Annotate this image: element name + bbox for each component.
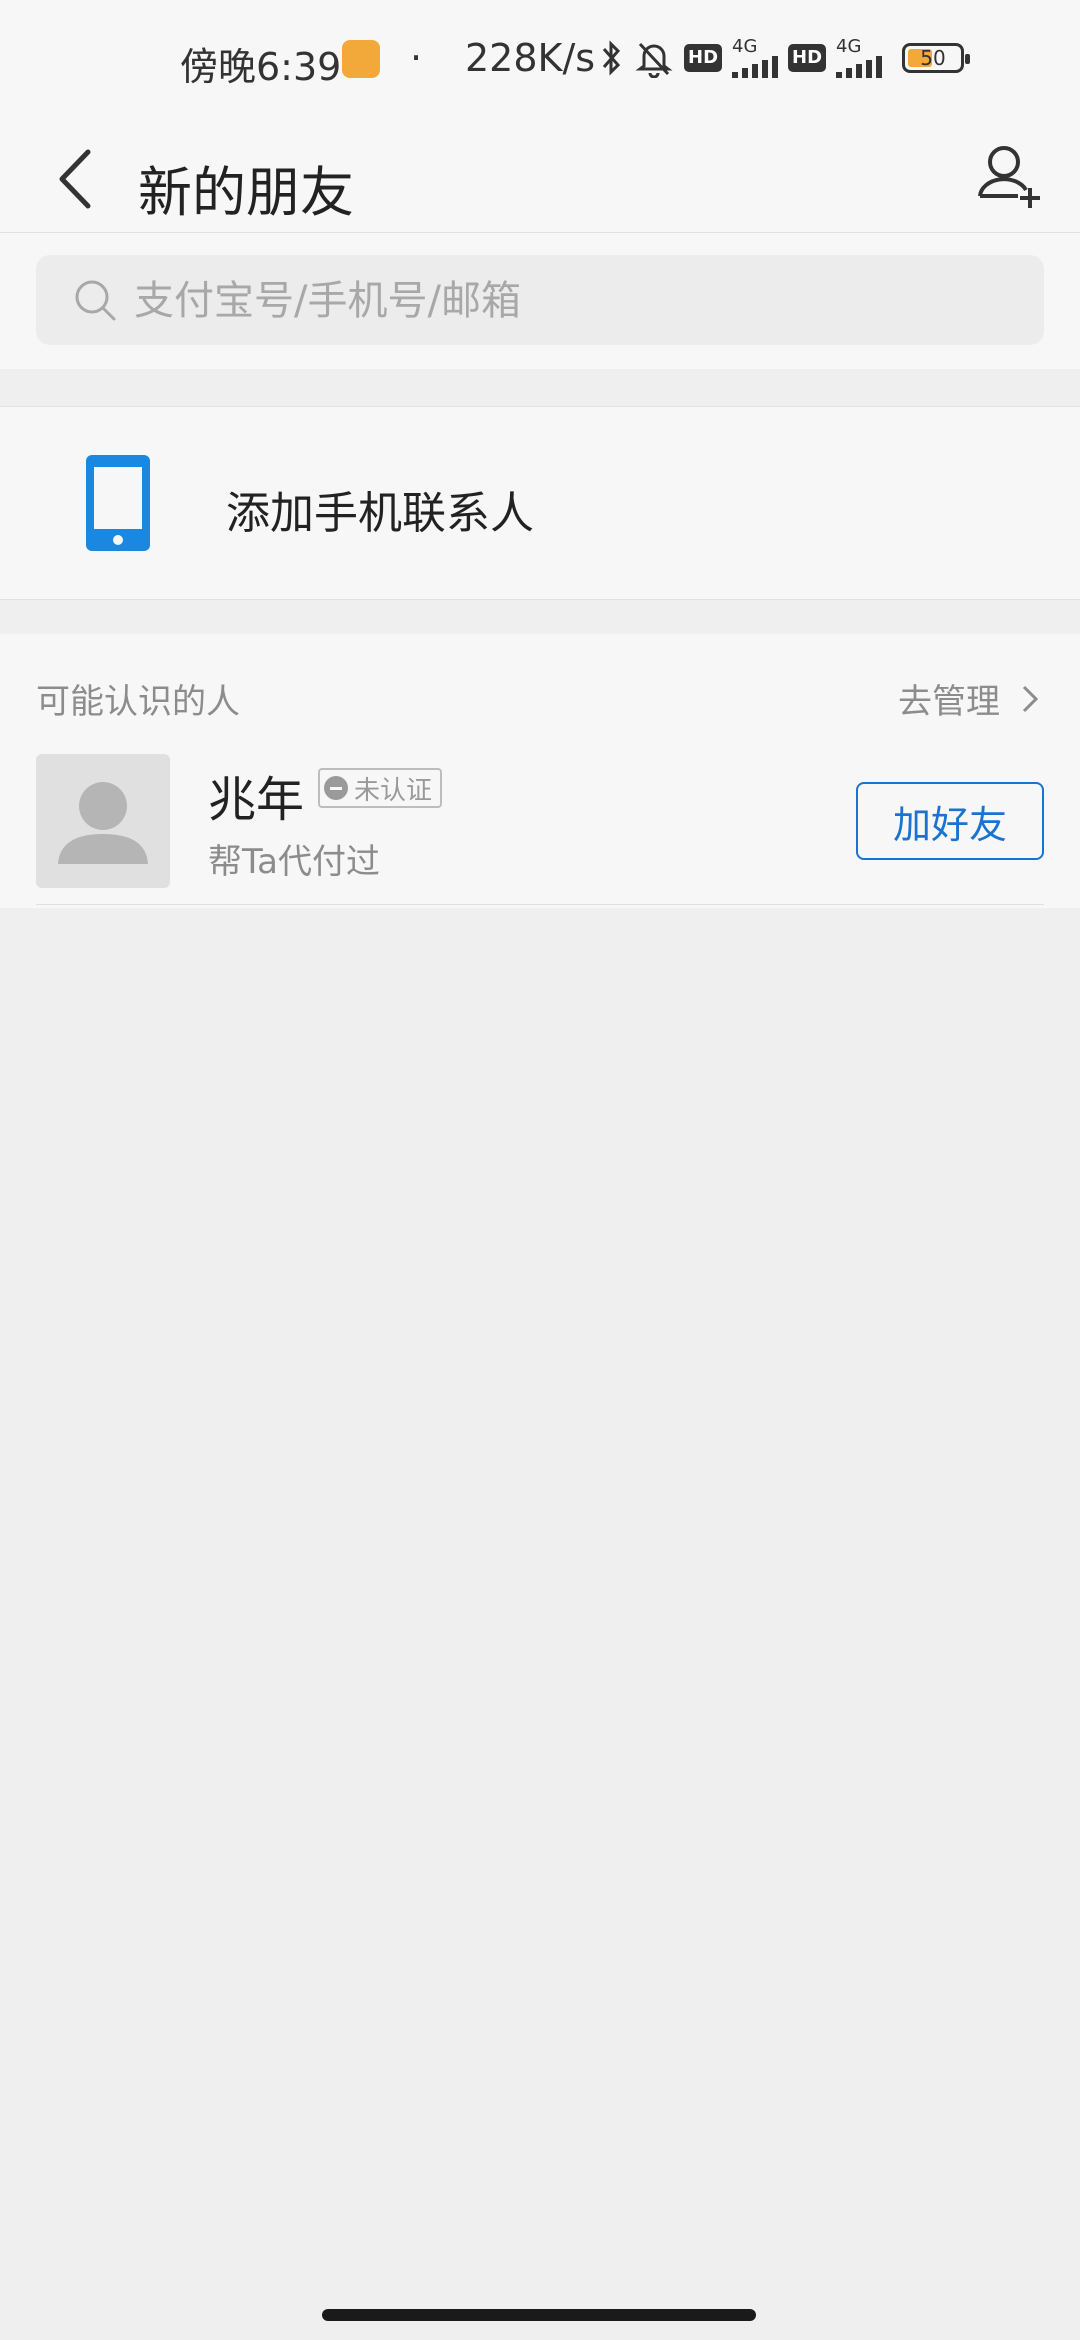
chevron-left-icon[interactable] bbox=[48, 134, 108, 224]
search-icon bbox=[75, 280, 116, 321]
signal-icon: 4G bbox=[732, 38, 779, 78]
add-phone-contacts-row[interactable]: 添加手机联系人 bbox=[0, 406, 1080, 600]
status-bar: 傍晚6:39 · 228K/s HD 4G HD 4G 50 bbox=[0, 0, 1080, 124]
manage-label: 去管理 bbox=[898, 682, 1000, 722]
status-icons: HD 4G HD 4G 50 bbox=[600, 38, 971, 78]
person-icon bbox=[58, 782, 148, 864]
bluetooth-icon bbox=[602, 40, 621, 76]
chevron-right-icon bbox=[1022, 685, 1039, 712]
notification-icon bbox=[342, 40, 380, 78]
list-item[interactable]: 兆年 未认证 帮Ta代付过 加好友 bbox=[36, 754, 1044, 905]
search-input[interactable] bbox=[132, 255, 1016, 347]
phone-icon bbox=[86, 455, 150, 551]
nav-bar: 新的朋友 bbox=[0, 124, 1080, 233]
person-name: 兆年 bbox=[208, 772, 305, 828]
people-you-may-know: 可能认识的人 去管理 兆年 未认证 帮Ta代付过 加好友 bbox=[0, 634, 1080, 908]
search-section bbox=[0, 233, 1080, 369]
add-friend-button[interactable]: 加好友 bbox=[856, 782, 1044, 860]
mute-bell-icon bbox=[635, 42, 673, 78]
hd-badge-2: HD bbox=[788, 44, 827, 72]
manage-button[interactable]: 去管理 bbox=[898, 674, 1040, 723]
avatar bbox=[36, 754, 170, 888]
net-speed: 228K/s bbox=[465, 36, 596, 80]
person-subtitle: 帮Ta代付过 bbox=[208, 842, 380, 882]
battery-icon: 50 bbox=[902, 43, 971, 73]
section-title: 可能认识的人 bbox=[36, 682, 240, 722]
signal-icon-2: 4G bbox=[836, 38, 883, 78]
status-dot: · bbox=[410, 36, 423, 80]
hd-badge: HD bbox=[684, 44, 723, 72]
home-indicator[interactable] bbox=[322, 2309, 756, 2321]
status-time: 傍晚6:39 bbox=[180, 45, 342, 89]
status-badge: 未认证 bbox=[318, 768, 443, 808]
add-phone-contacts-label: 添加手机联系人 bbox=[226, 488, 534, 539]
add-user-icon[interactable] bbox=[974, 128, 1044, 224]
search-box[interactable] bbox=[36, 255, 1044, 347]
page-title: 新的朋友 bbox=[138, 161, 354, 224]
minus-icon bbox=[324, 776, 348, 800]
badge-label: 未认证 bbox=[354, 775, 433, 806]
